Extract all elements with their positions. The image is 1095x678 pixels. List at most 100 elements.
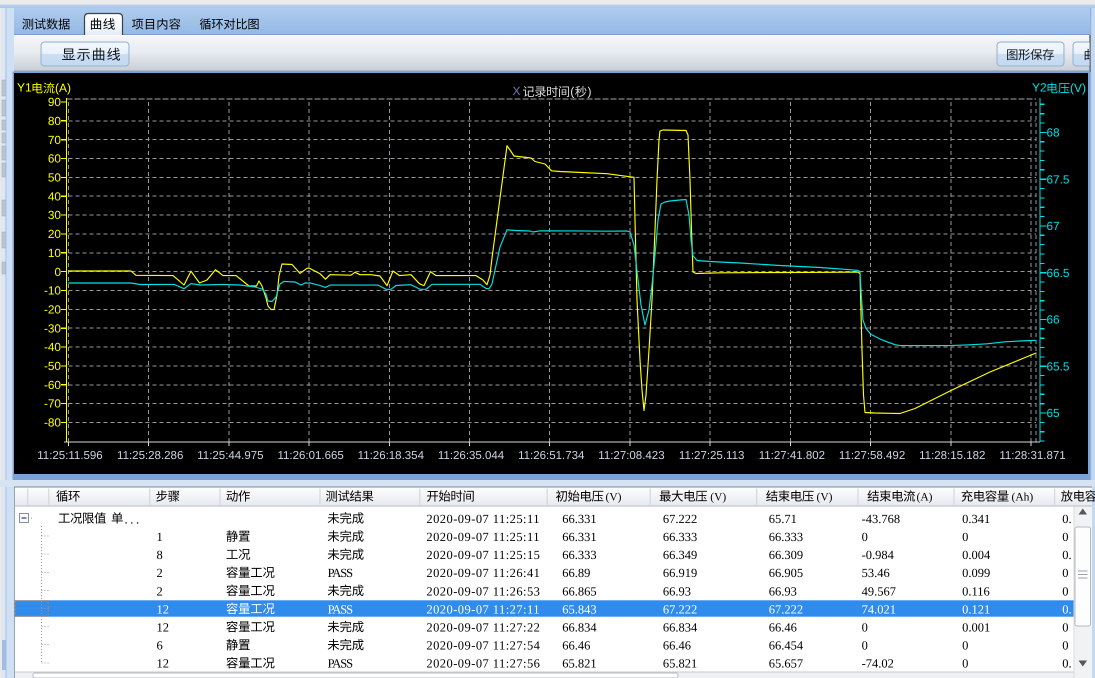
svg-text:-10: -10 <box>44 284 61 298</box>
svg-text:66.331: 66.331 <box>562 512 596 526</box>
svg-text:0: 0 <box>1062 530 1068 544</box>
svg-text:2020-09-07 11:27:54: 2020-09-07 11:27:54 <box>426 639 540 653</box>
svg-text:Y1: Y1 <box>17 81 32 95</box>
svg-text:20: 20 <box>48 227 62 241</box>
svg-text:0.004: 0.004 <box>962 548 991 562</box>
svg-text:2020-09-07 11:25:11: 2020-09-07 11:25:11 <box>426 530 540 544</box>
svg-text:40: 40 <box>48 189 62 203</box>
svg-text:-40: -40 <box>44 340 61 354</box>
svg-text:-0.984: -0.984 <box>862 548 895 562</box>
svg-text:65.5: 65.5 <box>1047 359 1070 373</box>
svg-text:67.5: 67.5 <box>1047 172 1070 186</box>
svg-text:2020-09-07 11:27:22: 2020-09-07 11:27:22 <box>426 620 540 634</box>
svg-text:(V): (V) <box>817 492 833 504</box>
svg-text:0: 0 <box>962 530 968 544</box>
svg-text:66.93: 66.93 <box>769 584 797 598</box>
svg-text:Y2: Y2 <box>1032 81 1047 95</box>
svg-text:66.905: 66.905 <box>769 566 803 580</box>
svg-text:65.657: 65.657 <box>769 657 803 671</box>
svg-text:(A): (A) <box>917 492 933 504</box>
svg-text:2020-09-07 11:26:41: 2020-09-07 11:26:41 <box>426 566 540 580</box>
svg-text:11:26:51.734: 11:26:51.734 <box>518 450 585 462</box>
svg-text:...: ... <box>125 512 142 526</box>
svg-text:(Ah): (Ah) <box>1012 492 1034 504</box>
svg-text:53.46: 53.46 <box>862 566 890 580</box>
svg-text:60: 60 <box>48 152 62 166</box>
svg-text:68: 68 <box>1047 126 1061 140</box>
svg-text:-20: -20 <box>44 302 61 316</box>
svg-text:PASS: PASS <box>328 657 353 671</box>
svg-text:30: 30 <box>48 208 62 222</box>
svg-text:11:27:41.802: 11:27:41.802 <box>759 450 825 462</box>
svg-text:74.021: 74.021 <box>862 602 896 616</box>
svg-text:65.843: 65.843 <box>562 602 596 616</box>
svg-text:0: 0 <box>862 639 868 653</box>
svg-text:0.121: 0.121 <box>962 602 990 616</box>
svg-text:0: 0 <box>1062 584 1068 598</box>
svg-text:0: 0 <box>962 639 968 653</box>
svg-text:67: 67 <box>1047 219 1060 233</box>
svg-text:X: X <box>513 84 521 98</box>
svg-text:2: 2 <box>157 566 163 580</box>
svg-text:-74.02: -74.02 <box>862 657 894 671</box>
svg-text:12: 12 <box>157 657 170 671</box>
svg-text:0: 0 <box>862 530 868 544</box>
svg-text:(V): (V) <box>606 492 622 504</box>
svg-text:0: 0 <box>862 620 868 634</box>
svg-text:66.46: 66.46 <box>663 639 691 653</box>
svg-text:(V): (V) <box>1070 81 1086 95</box>
svg-text:2020-09-07 11:25:15: 2020-09-07 11:25:15 <box>426 548 540 562</box>
svg-text:8: 8 <box>157 548 163 562</box>
svg-text:66.331: 66.331 <box>562 530 596 544</box>
svg-text:66.89: 66.89 <box>562 566 590 580</box>
svg-text:10: 10 <box>48 246 62 260</box>
svg-text:66.349: 66.349 <box>663 548 697 562</box>
svg-text:11:27:25.113: 11:27:25.113 <box>679 450 744 462</box>
svg-text:66.865: 66.865 <box>562 584 596 598</box>
svg-text:12: 12 <box>157 620 170 634</box>
svg-text:(V): (V) <box>710 492 726 504</box>
svg-text:-80: -80 <box>44 416 61 430</box>
svg-text:(A): (A) <box>55 81 71 95</box>
svg-text:): ) <box>588 85 592 99</box>
svg-text:0: 0 <box>1062 620 1068 634</box>
svg-text:11:26:18.354: 11:26:18.354 <box>358 450 425 462</box>
svg-text:0: 0 <box>54 265 61 279</box>
svg-text:0: 0 <box>1062 639 1068 653</box>
svg-text:0.116: 0.116 <box>962 584 990 598</box>
svg-text:2: 2 <box>157 584 163 598</box>
svg-text:67.222: 67.222 <box>663 512 697 526</box>
svg-text:65: 65 <box>1047 406 1061 420</box>
svg-text:-30: -30 <box>44 321 61 335</box>
svg-text:0: 0 <box>962 657 968 671</box>
svg-text:-70: -70 <box>44 397 61 411</box>
svg-text:0.001: 0.001 <box>962 620 990 634</box>
svg-text:0.: 0. <box>1062 602 1071 616</box>
svg-text:67.222: 67.222 <box>663 602 697 616</box>
svg-text:PASS: PASS <box>328 566 353 580</box>
svg-text:66.5: 66.5 <box>1047 266 1070 280</box>
svg-text:50: 50 <box>48 171 62 185</box>
svg-text:66.333: 66.333 <box>663 530 697 544</box>
svg-text:66.333: 66.333 <box>769 530 803 544</box>
svg-text:66.46: 66.46 <box>769 620 797 634</box>
svg-text:-60: -60 <box>44 378 61 392</box>
svg-text:65.821: 65.821 <box>562 657 596 671</box>
svg-text:66.93: 66.93 <box>663 584 691 598</box>
svg-text:66.333: 66.333 <box>562 548 596 562</box>
svg-text:11:28:15.182: 11:28:15.182 <box>919 450 985 462</box>
svg-text:11:25:11.596: 11:25:11.596 <box>37 450 102 462</box>
svg-text:12: 12 <box>157 602 170 616</box>
svg-text:66.309: 66.309 <box>769 548 803 562</box>
svg-text:66: 66 <box>1047 313 1061 327</box>
svg-text:11:28:31.871: 11:28:31.871 <box>999 450 1065 462</box>
svg-text:11:25:44.975: 11:25:44.975 <box>197 450 263 462</box>
svg-text:11:27:58.492: 11:27:58.492 <box>839 450 905 462</box>
svg-text:11:25:28.286: 11:25:28.286 <box>117 450 183 462</box>
svg-text:PASS: PASS <box>328 602 353 616</box>
svg-text:70: 70 <box>48 133 62 147</box>
svg-text:0.: 0. <box>1062 657 1071 671</box>
svg-text:66.834: 66.834 <box>663 620 698 634</box>
svg-text:2020-09-07 11:27:11: 2020-09-07 11:27:11 <box>426 602 540 616</box>
svg-text:66.454: 66.454 <box>769 639 804 653</box>
